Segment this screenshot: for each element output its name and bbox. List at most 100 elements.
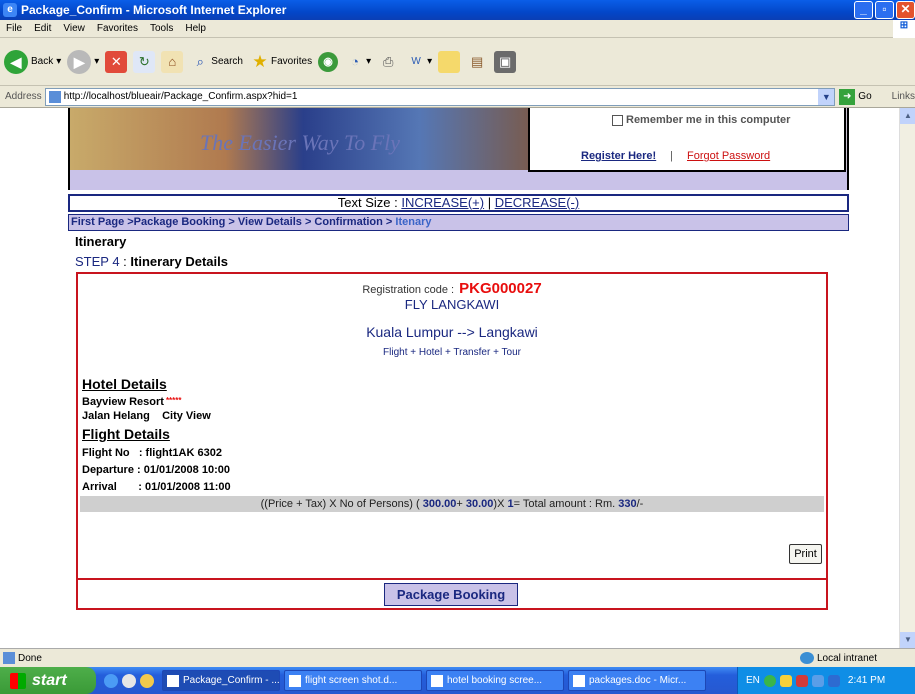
menu-file[interactable]: File [0, 23, 28, 34]
windows-flag-icon [10, 672, 26, 689]
step-label: Itinerary Details [130, 254, 228, 269]
folder-button[interactable] [438, 50, 461, 73]
print-toolbar-button[interactable]: ⎙ [377, 51, 399, 73]
package-booking-frame: Package Booking [76, 580, 828, 610]
links-button[interactable]: Links [892, 91, 915, 102]
task-label: packages.doc - Micr... [589, 675, 687, 686]
task-label: flight screen shot.d... [305, 675, 398, 686]
remember-label: Remember me in this computer [626, 114, 791, 126]
task-doc-flight[interactable]: flight screen shot.d... [284, 670, 422, 691]
itinerary-panel: Registration code : PKG000027 FLY LANGKA… [76, 272, 828, 580]
arrival-time: Arrival : 01/01/2008 11:00 [82, 481, 231, 493]
menu-favorites[interactable]: Favorites [91, 23, 144, 34]
start-label: start [32, 671, 67, 689]
flight-details-heading: Flight Details [82, 426, 170, 442]
registration-line: Registration code : PKG000027 [78, 280, 826, 297]
history-icon: ◔ [351, 53, 360, 69]
system-tray: EN 2:41 PM [737, 667, 915, 694]
price-times: )X [493, 498, 508, 510]
tray-app-icon[interactable] [811, 674, 824, 687]
language-indicator[interactable]: EN [746, 675, 760, 686]
close-button[interactable]: ✕ [896, 1, 915, 19]
network-icon[interactable] [763, 674, 776, 687]
departure-time: Departure : 01/01/2008 10:00 [82, 464, 230, 476]
address-bar: Address http://localhost/blueair/Package… [0, 86, 915, 108]
flight-number: Flight No : flight1AK 6302 [82, 447, 222, 459]
increase-text-link[interactable]: INCREASE(+) [401, 195, 484, 210]
start-button[interactable]: start [0, 667, 96, 694]
search-icon: ⌕ [196, 53, 204, 69]
hotel-address: Jalan Helang City View [82, 410, 211, 422]
home-button[interactable]: ⌂ [161, 50, 184, 73]
login-box: Remember me in this computer Register He… [528, 108, 846, 172]
price-plus: + [456, 498, 466, 510]
page-icon [48, 90, 61, 103]
stop-icon: ✕ [105, 50, 128, 73]
print-button[interactable]: Print [789, 544, 822, 564]
decrease-text-link[interactable]: DECREASE(-) [495, 195, 580, 210]
windows-logo-icon: ⊞ [893, 20, 915, 38]
price-formula: ((Price + Tax) X No of Persons) ( [260, 498, 423, 510]
media-quicklaunch-icon[interactable] [122, 673, 136, 688]
tray-app-icon[interactable] [779, 674, 792, 687]
toolbar: ◀ Back ▾ ▶ ▾ ✕ ↻ ⌂ ⌕ Search ★ Favorites … [0, 38, 915, 86]
stop-button[interactable]: ✕ [105, 50, 128, 73]
breadcrumb-path[interactable]: First Page >Package Booking > View Detai… [71, 216, 395, 228]
remember-me[interactable]: Remember me in this computer [612, 114, 790, 126]
window-titlebar: e Package_Confirm - Microsoft Internet E… [0, 0, 915, 20]
chevron-down-icon: ▾ [366, 56, 372, 67]
breadcrumb: First Page >Package Booking > View Detai… [68, 214, 849, 231]
research-button[interactable]: ▤ [466, 51, 488, 73]
login-separator: | [670, 150, 673, 162]
step-sep: : [119, 254, 131, 269]
vertical-scrollbar[interactable]: ▲ ▼ [899, 108, 915, 648]
text-size-label: Text Size : [337, 195, 402, 210]
star-icon: ★ [252, 51, 268, 71]
task-doc-hotel[interactable]: hotel booking scree... [426, 670, 564, 691]
media-icon: ◉ [318, 51, 339, 72]
menu-tools[interactable]: Tools [144, 23, 179, 34]
ie-icon: e [3, 3, 17, 17]
zone-label: Local intranet [816, 652, 877, 664]
security-zone: Local intranet [799, 652, 877, 664]
menu-bar: File Edit View Favorites Tools Help ⊞ [0, 20, 915, 38]
media-button[interactable]: ◉ [318, 51, 339, 72]
tray-app-icon[interactable] [795, 674, 808, 687]
forgot-password-link[interactable]: Forgot Password [687, 150, 770, 162]
package-booking-tab[interactable]: Package Booking [384, 583, 518, 606]
shield-icon[interactable] [827, 674, 840, 687]
package-name: FLY LANGKAWI [404, 297, 500, 312]
folder-quicklaunch-icon[interactable] [140, 673, 154, 688]
ie-quicklaunch-icon[interactable] [104, 673, 118, 688]
maximize-button[interactable]: ▫ [875, 1, 894, 19]
go-button[interactable]: ➜ Go [839, 88, 872, 105]
menu-help[interactable]: Help [179, 23, 212, 34]
text-size-sep: | [484, 195, 495, 210]
menu-edit[interactable]: Edit [28, 23, 57, 34]
chevron-down-icon[interactable]: ▼ [818, 88, 835, 105]
folder-icon [438, 50, 461, 73]
task-ie[interactable]: Package_Confirm - ... [162, 670, 280, 691]
address-input[interactable]: http://localhost/blueair/Package_Confirm… [44, 87, 836, 106]
messenger-button[interactable]: ▣ [494, 50, 517, 73]
remember-checkbox[interactable] [612, 114, 623, 126]
page-done-icon [3, 652, 15, 664]
search-button[interactable]: ⌕ Search [189, 51, 243, 73]
scroll-up-icon[interactable]: ▲ [900, 108, 915, 124]
hotel-details-heading: Hotel Details [82, 376, 167, 392]
word-icon: W [411, 55, 421, 67]
forward-button[interactable]: ▶ ▾ [67, 49, 99, 74]
history-button[interactable]: ◔ ▾ [344, 51, 371, 73]
page-title: Itinerary [75, 234, 127, 249]
edit-button[interactable]: W ▾ [405, 51, 432, 73]
scroll-down-icon[interactable]: ▼ [900, 632, 915, 648]
minimize-button[interactable]: _ [854, 1, 873, 19]
registration-label: Registration code : [362, 284, 458, 296]
back-button[interactable]: ◀ Back ▾ [4, 49, 61, 74]
menu-view[interactable]: View [57, 23, 91, 34]
register-link[interactable]: Register Here! [581, 150, 656, 162]
task-doc-packages[interactable]: packages.doc - Micr... [568, 670, 706, 691]
refresh-button[interactable]: ↻ [133, 50, 156, 73]
tax-value: 30.00 [465, 498, 494, 510]
favorites-button[interactable]: ★ Favorites [249, 51, 312, 73]
